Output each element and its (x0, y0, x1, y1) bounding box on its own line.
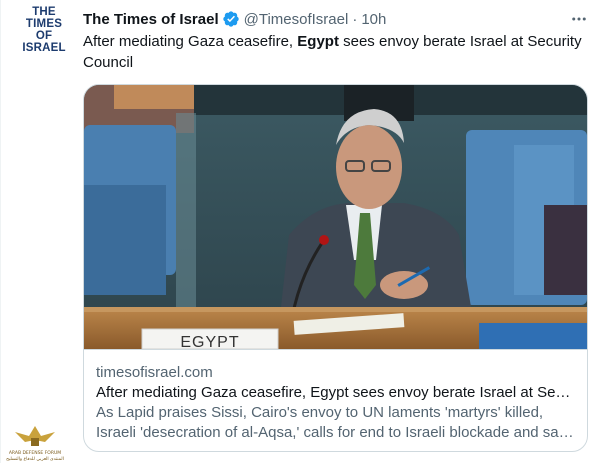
avatar[interactable]: THE TIMES OF ISRAEL (16, 6, 72, 54)
card-meta[interactable]: timesofisrael.com After mediating Gaza c… (84, 349, 587, 451)
watermark-line-1: ARAB DEFENSE FORUM (9, 450, 61, 456)
timestamp[interactable]: 10h (361, 11, 386, 28)
tweet-header: The Times of Israel @TimesofIsrael · 10h (83, 9, 386, 29)
eagle-emblem-icon (15, 426, 55, 446)
card-title: After mediating Gaza ceasefire, Egypt se… (96, 384, 574, 401)
card-image[interactable]: EGYPT (84, 85, 587, 349)
handle[interactable]: @TimesofIsrael (244, 11, 349, 28)
watermark-logo: ARAB DEFENSE FORUM المنتدى العربي للدفاع… (6, 426, 64, 462)
separator-dot: · (352, 10, 358, 28)
tweet-text: After mediating Gaza ceasefire, Egypt se… (83, 31, 598, 73)
card-domain: timesofisrael.com (96, 364, 213, 381)
watermark-line-2: المنتدى العربي للدفاع والتسليح (6, 457, 64, 462)
avatar-line-2: OF ISRAEL (22, 30, 66, 54)
tweet-text-part-1: After mediating Gaza ceasefire, (83, 33, 298, 50)
tweet-text-bold: Egypt (297, 33, 339, 50)
nameplate-text: EGYPT (180, 334, 239, 349)
avatar-line-1: THE TIMES (25, 6, 63, 30)
tweet[interactable]: THE TIMES OF ISRAEL The Times of Israel … (0, 0, 615, 463)
more-icon[interactable] (567, 8, 591, 30)
link-card[interactable]: EGYPT timesofisrael.com After mediating … (83, 84, 588, 452)
verified-icon (222, 10, 240, 28)
card-description: As Lapid praises Sissi, Cairo's envoy to… (96, 404, 574, 441)
display-name[interactable]: The Times of Israel (83, 11, 219, 28)
